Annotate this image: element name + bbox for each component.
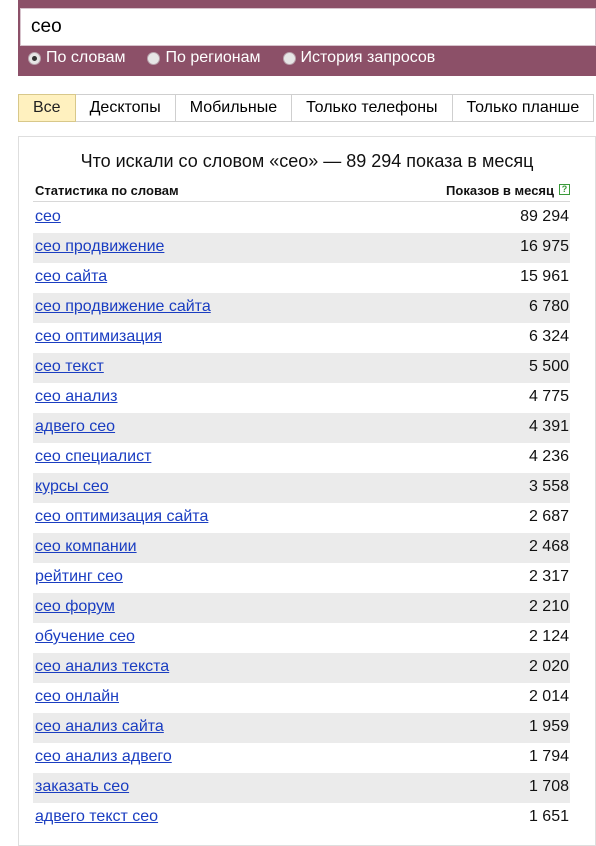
impressions-count: 2 317 [528, 568, 569, 585]
search-mode-group: По словам По регионам История запросов [28, 47, 457, 69]
phrase-link[interactable]: сео оптимизация сайта [35, 508, 208, 526]
impressions-count: 1 959 [528, 718, 569, 735]
table-row: сео продвижение 16 975 [33, 233, 570, 263]
table-row: сео продвижение сайта 6 780 [33, 293, 570, 323]
phrase-link[interactable]: обучение сео [35, 628, 135, 646]
table-header: Статистика по словам Показов в месяц ? [33, 181, 570, 202]
table-row: сео онлайн 2 014 [33, 683, 570, 713]
radio-by-regions[interactable] [147, 51, 161, 65]
phrase-link[interactable]: рейтинг сео [35, 568, 123, 586]
table-row: сео сайта 15 961 [33, 263, 570, 293]
impressions-count: 16 975 [520, 238, 569, 255]
impressions-count: 2 020 [528, 658, 569, 675]
table-row: сео анализ 4 775 [33, 383, 570, 413]
phrase-link[interactable]: сео специалист [35, 448, 151, 466]
impressions-count: 6 324 [528, 328, 569, 345]
phrase-link[interactable]: сео анализ [35, 388, 117, 406]
tab-all[interactable]: Все [18, 94, 76, 122]
phrase-link[interactable]: сео форум [35, 598, 115, 616]
table-row: сео анализ адвего 1 794 [33, 743, 570, 773]
phrase-link[interactable]: сео оптимизация [35, 328, 162, 346]
mode-by-regions-label: По регионам [165, 49, 261, 66]
phrase-link[interactable]: сео сайта [35, 268, 107, 286]
impressions-count: 2 210 [528, 598, 569, 615]
impressions-count: 5 500 [528, 358, 569, 375]
table-row: сео форум 2 210 [33, 593, 570, 623]
table-row: адвего текст сео 1 651 [33, 803, 570, 833]
table-row: сео компании 2 468 [33, 533, 570, 563]
radio-by-words[interactable] [28, 51, 41, 65]
phrase-link[interactable]: адвего сео [35, 418, 115, 436]
tab-desktops[interactable]: Десктопы [75, 94, 176, 122]
impressions-count: 2 124 [528, 628, 569, 645]
help-icon[interactable]: ? [559, 184, 570, 195]
impressions-count: 4 391 [528, 418, 569, 435]
phrase-link[interactable]: сео компании [35, 538, 137, 556]
phrase-link[interactable]: курсы сео [35, 478, 109, 496]
phrase-link[interactable]: сео онлайн [35, 688, 119, 706]
phrase-link[interactable]: сео продвижение [35, 238, 164, 256]
impressions-count: 1 794 [528, 748, 569, 765]
phrase-link[interactable]: сео продвижение сайта [35, 298, 211, 316]
phrase-link[interactable]: сео анализ адвего [35, 748, 172, 766]
phrase-link[interactable]: сео анализ сайта [35, 718, 164, 736]
impressions-count: 89 294 [520, 208, 569, 225]
table-row: адвего сео 4 391 [33, 413, 570, 443]
table-row: сео оптимизация сайта 2 687 [33, 503, 570, 533]
tab-tablets-only[interactable]: Только планше [452, 94, 595, 122]
table-row: сео оптимизация 6 324 [33, 323, 570, 353]
table-row: заказать сео 1 708 [33, 773, 570, 803]
phrase-link[interactable]: сео [35, 208, 61, 226]
impressions-count: 3 558 [528, 478, 569, 495]
phrase-link[interactable]: заказать сео [35, 778, 129, 796]
impressions-count: 1 651 [528, 808, 569, 825]
phrase-link[interactable]: сео анализ текста [35, 658, 169, 676]
table-row: сео специалист 4 236 [33, 443, 570, 473]
impressions-count: 1 708 [528, 778, 569, 795]
impressions-count: 2 468 [528, 538, 569, 555]
table-title: Что искали со словом «сео» — 89 294 пока… [80, 151, 534, 171]
mode-by-words-label: По словам [46, 49, 126, 66]
mode-by-regions[interactable]: По регионам [147, 49, 261, 67]
table-row: рейтинг сео 2 317 [33, 563, 570, 593]
stats-table-card: Что искали со словом «сео» — 89 294 пока… [18, 136, 596, 846]
table-row: сео анализ сайта 1 959 [33, 713, 570, 743]
table-row: сео 89 294 [33, 203, 570, 233]
impressions-count: 4 775 [528, 388, 569, 405]
table-row: сео текст 5 500 [33, 353, 570, 383]
phrase-link[interactable]: адвего текст сео [35, 808, 158, 826]
impressions-count: 4 236 [528, 448, 569, 465]
impressions-count: 2 687 [528, 508, 569, 525]
mode-by-words[interactable]: По словам [28, 49, 125, 67]
tab-phones-only[interactable]: Только телефоны [292, 94, 453, 122]
table-row: сео анализ текста 2 020 [33, 653, 570, 683]
table-row: курсы сео 3 558 [33, 473, 570, 503]
search-input[interactable]: сео [20, 8, 596, 46]
impressions-count: 15 961 [520, 268, 569, 285]
column-header-words: Статистика по словам [35, 183, 179, 198]
table-body: сео 89 294 сео продвижение 16 975 сео сайта 1… [33, 203, 570, 833]
mode-query-history-label: История запросов [300, 49, 436, 66]
mode-query-history[interactable]: История запросов [282, 49, 436, 67]
device-tabs: Все Десктопы Мобильные Только телефоны Т… [18, 94, 596, 122]
column-header-impressions: Показов в месяц [446, 183, 554, 198]
tab-mobile[interactable]: Мобильные [175, 94, 293, 122]
impressions-count: 6 780 [528, 298, 569, 315]
phrase-link[interactable]: сео текст [35, 358, 104, 376]
radio-query-history[interactable] [282, 51, 296, 65]
table-row: обучение сео 2 124 [33, 623, 570, 653]
impressions-count: 2 014 [528, 688, 569, 705]
